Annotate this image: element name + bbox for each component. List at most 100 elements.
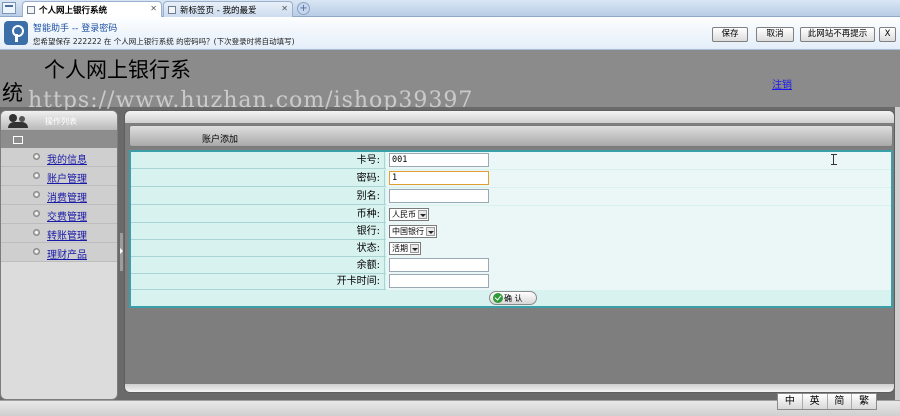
assistant-message: 您希望保存 222222 在 个人网上银行系统 的密码吗？(下次登录时将自动填写…: [33, 37, 295, 46]
sidebar-item-consumption[interactable]: 消费管理: [1, 186, 117, 205]
bank-label: 银行:: [131, 223, 385, 240]
section-header: 账户添加: [129, 125, 893, 147]
balance-cell: [386, 257, 891, 274]
sidebar-item-finance[interactable]: 理财产品: [1, 243, 117, 262]
sidebar-item-label[interactable]: 我的信息: [47, 151, 87, 166]
status-selected: 活期: [392, 244, 408, 253]
save-password-button[interactable]: 保存: [712, 27, 748, 42]
cancel-button[interactable]: 取消: [756, 27, 794, 42]
open-time-cell: [386, 273, 891, 290]
sidebar-item-my-info[interactable]: 我的信息: [1, 148, 117, 167]
form-row-currency: 币种: 人民币: [131, 206, 891, 223]
alias-cell: [386, 188, 891, 205]
close-tab-icon[interactable]: ✕: [150, 4, 157, 13]
bullet-icon: [33, 229, 40, 236]
bullet-icon: [33, 172, 40, 179]
sidebar-item-label[interactable]: 消费管理: [47, 189, 87, 204]
tab-label: 个人网上银行系统: [39, 6, 108, 16]
currency-select[interactable]: 人民币: [389, 208, 429, 221]
panel-top-edge: [125, 111, 894, 123]
page-title-wrap: 统: [2, 81, 23, 105]
chevron-down-icon[interactable]: [410, 244, 419, 253]
never-prompt-button[interactable]: 此网站不再提示: [800, 27, 875, 42]
main-panel: 账户添加 卡号: 001 密码: 1 别名: 币种: 人民币 银行: 中国银行 …: [124, 110, 895, 393]
close-tab-icon[interactable]: ✕: [281, 4, 288, 13]
alias-label: 别名:: [131, 188, 385, 205]
assistant-title: 智能助手 -- 登录密码: [33, 24, 118, 34]
sidebar-group-toggle[interactable]: [1, 131, 117, 148]
confirm-button[interactable]: 确 认: [489, 291, 537, 305]
form-row-open-time: 开卡时间:: [131, 273, 891, 290]
browser-tab-strip: 个人网上银行系统 ✕ 新标签页 - 我的最爱 ✕ +: [0, 0, 900, 17]
sidebar-header: 操作列表: [1, 111, 117, 131]
tab-menu-icon[interactable]: [2, 2, 16, 14]
ime-chinese-button[interactable]: 中: [778, 394, 803, 409]
bank-select[interactable]: 中国银行: [389, 225, 437, 238]
ime-english-button[interactable]: 英: [803, 394, 828, 409]
password-label: 密码:: [131, 170, 385, 187]
balance-input[interactable]: [389, 258, 489, 272]
card-no-label: 卡号:: [131, 152, 385, 169]
ime-simplified-button[interactable]: 简: [828, 394, 853, 409]
form-row-status: 状态: 活期: [131, 240, 891, 257]
password-cell: 1: [386, 170, 891, 187]
tab-new-favorites[interactable]: 新标签页 - 我的最爱 ✕: [163, 1, 293, 17]
form-row-card-no: 卡号: 001: [131, 152, 891, 169]
logout-link[interactable]: 注销: [772, 76, 792, 91]
alias-input[interactable]: [389, 189, 489, 203]
users-icon: [8, 114, 29, 128]
new-tab-button[interactable]: +: [297, 2, 310, 15]
key-lock-icon: [4, 21, 28, 45]
form-actions: 确 认: [131, 290, 891, 306]
close-bar-button[interactable]: X: [879, 27, 896, 42]
open-time-label: 开卡时间:: [131, 273, 385, 290]
section-title: 账户添加: [202, 135, 239, 145]
sidebar-item-transfer[interactable]: 转账管理: [1, 224, 117, 243]
ime-toolbar: 中 英 简 繁: [777, 393, 877, 410]
status-label: 状态:: [131, 240, 385, 257]
check-icon: [493, 293, 503, 303]
tab-banking[interactable]: 个人网上银行系统 ✕: [22, 1, 162, 17]
form-row-bank: 银行: 中国银行: [131, 223, 891, 240]
page-scrollbar[interactable]: [895, 107, 900, 400]
form-row-balance: 余额:: [131, 257, 891, 274]
bank-cell: 中国银行: [386, 223, 891, 240]
sidebar-item-label[interactable]: 交费管理: [47, 208, 87, 223]
bank-selected: 中国银行: [392, 227, 424, 236]
status-select[interactable]: 活期: [389, 242, 421, 255]
password-assistant-bar: 智能助手 -- 登录密码 您希望保存 222222 在 个人网上银行系统 的密码…: [0, 17, 900, 50]
form-row-password: 密码: 1: [131, 170, 891, 187]
bullet-icon: [33, 191, 40, 198]
account-add-form: 卡号: 001 密码: 1 别名: 币种: 人民币 银行: 中国银行 状态: 活…: [129, 150, 893, 308]
sidebar-title: 操作列表: [45, 117, 77, 126]
chevron-down-icon[interactable]: [418, 210, 427, 219]
page-favicon-icon: [27, 6, 35, 14]
open-time-input[interactable]: [389, 274, 489, 288]
panel-bottom-edge: [125, 384, 894, 392]
card-no-input[interactable]: 001: [389, 153, 489, 167]
sidebar-item-account[interactable]: 账户管理: [1, 167, 117, 186]
currency-label: 币种:: [131, 206, 385, 223]
status-bar: [0, 400, 900, 416]
card-no-cell: 001: [386, 152, 891, 169]
currency-selected: 人民币: [392, 210, 416, 219]
sidebar-item-label[interactable]: 转账管理: [47, 227, 87, 242]
page-title: 个人网上银行系: [44, 58, 191, 82]
tab-label: 新标签页 - 我的最爱: [180, 6, 257, 16]
text-cursor-icon: [831, 154, 838, 165]
status-cell: 活期: [386, 240, 891, 257]
sidebar-item-label[interactable]: 账户管理: [47, 170, 87, 185]
chevron-down-icon[interactable]: [426, 227, 435, 236]
bullet-icon: [33, 210, 40, 217]
password-input[interactable]: 1: [389, 171, 489, 185]
ime-traditional-button[interactable]: 繁: [852, 394, 876, 409]
page-header: 个人网上银行系 统 注销 https://www.huzhan.com/isho…: [0, 50, 900, 113]
sidebar-item-payment[interactable]: 交费管理: [1, 205, 117, 224]
confirm-label: 确 认: [504, 293, 523, 303]
sidebar-item-label[interactable]: 理财产品: [47, 246, 87, 261]
bullet-icon: [33, 248, 40, 255]
balance-label: 余额:: [131, 257, 385, 274]
currency-cell: 人民币: [386, 206, 891, 223]
page-favicon-icon: [168, 6, 176, 14]
sidebar: 操作列表 我的信息 账户管理 消费管理 交费管理 转账管理 理财产品: [0, 110, 118, 400]
